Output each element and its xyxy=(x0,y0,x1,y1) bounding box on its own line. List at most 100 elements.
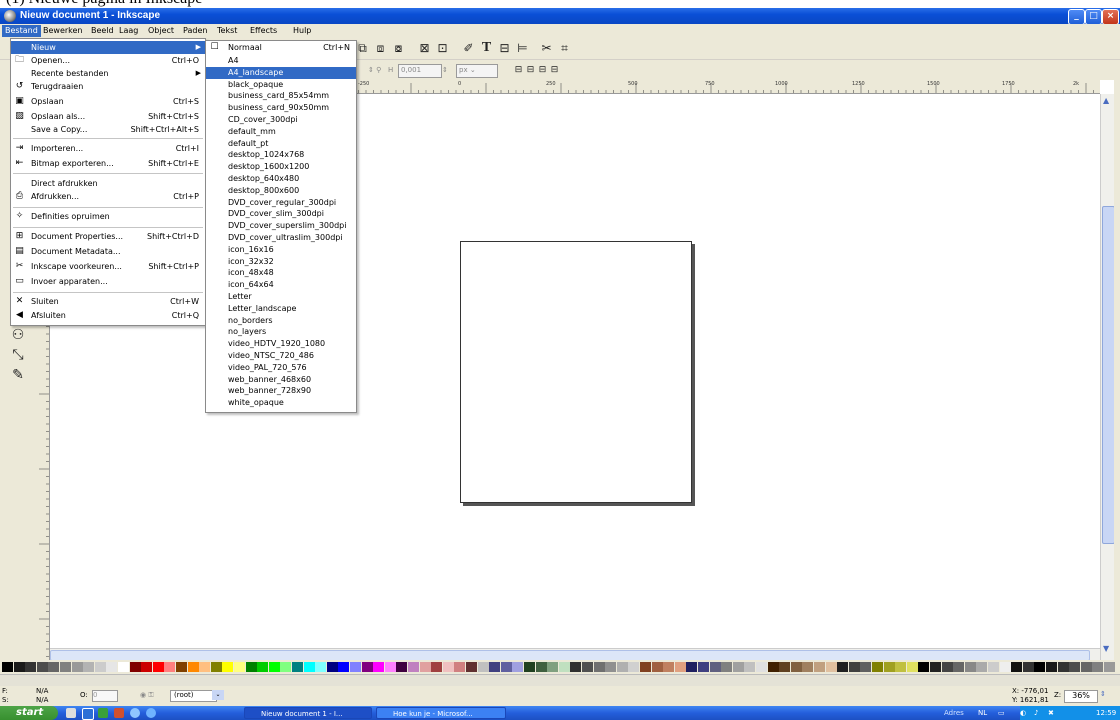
palette-swatch[interactable] xyxy=(953,662,965,672)
submenu-item-template[interactable]: business_card_90x50mm xyxy=(206,102,356,114)
menu-hulp[interactable]: Hulp xyxy=(290,25,314,37)
submenu-item-template[interactable]: video_NTSC_720_486 xyxy=(206,350,356,362)
palette-swatch[interactable] xyxy=(605,662,617,672)
palette-swatch[interactable] xyxy=(222,662,234,672)
group-icon[interactable]: ⧉ xyxy=(356,42,369,55)
language-indicator[interactable]: NL xyxy=(978,706,987,720)
palette-swatch[interactable] xyxy=(442,662,454,672)
unit-select[interactable]: px ⌄ xyxy=(456,64,498,78)
submenu-item-template[interactable]: Letter_landscape xyxy=(206,303,356,315)
palette-swatch[interactable] xyxy=(790,662,802,672)
keyboard-icon[interactable]: ▭ xyxy=(998,706,1005,720)
palette-swatch[interactable] xyxy=(535,662,547,672)
palette-swatch[interactable] xyxy=(779,662,791,672)
menu-item-inkscape-voorkeuren[interactable]: ✂ Inkscape voorkeuren... Shift+Ctrl+P xyxy=(11,260,205,273)
palette-swatch[interactable] xyxy=(164,662,176,672)
menu-item-nieuw[interactable]: Nieuw ▶ xyxy=(11,41,205,54)
submenu-item-template[interactable]: video_PAL_720_576 xyxy=(206,362,356,374)
palette-swatch[interactable] xyxy=(558,662,570,672)
submenu-item-template[interactable]: web_banner_728x90 xyxy=(206,385,356,397)
palette-swatch[interactable] xyxy=(686,662,698,672)
submenu-item-template[interactable]: A4_landscape xyxy=(206,66,356,79)
volume-icon[interactable]: ♪ xyxy=(1034,706,1038,720)
palette-swatch[interactable] xyxy=(663,662,675,672)
palette-swatch[interactable] xyxy=(303,662,315,672)
palette-swatch[interactable] xyxy=(918,662,930,672)
submenu-item-template[interactable]: black_opaque xyxy=(206,79,356,91)
menu-item-terugdraaien[interactable]: ↺ Terugdraaien xyxy=(11,80,205,93)
task-word[interactable]: Hoe kun je - Microsof... xyxy=(376,707,506,719)
visibility-icon[interactable]: ◉ ⚿ xyxy=(140,691,154,700)
palette-swatch[interactable] xyxy=(187,662,199,672)
palette-swatch[interactable] xyxy=(1069,662,1081,672)
opacity-input[interactable]: 0 xyxy=(92,690,118,702)
palette-swatch[interactable] xyxy=(930,662,941,672)
text-tool-icon[interactable]: T xyxy=(480,41,493,55)
palette-swatch[interactable] xyxy=(883,662,895,672)
menu-item-document-metadata[interactable]: ▤ Document Metadata... xyxy=(11,245,205,258)
palette-swatch[interactable] xyxy=(292,662,303,672)
zoom-spinner-icon[interactable]: ⇕ xyxy=(1100,690,1110,701)
palette-swatch[interactable] xyxy=(1057,662,1069,672)
palette-swatch[interactable] xyxy=(616,662,628,672)
menu-bestand[interactable]: Bestand xyxy=(2,25,41,37)
palette-swatch[interactable] xyxy=(825,662,837,672)
spray-tool-icon[interactable]: ⤡ xyxy=(9,346,27,364)
connector-tool-icon[interactable]: ⚇ xyxy=(9,326,27,344)
submenu-item-template[interactable]: DVD_cover_regular_300dpi xyxy=(206,197,356,209)
menu-beeld[interactable]: Beeld xyxy=(88,25,117,37)
palette-swatch[interactable] xyxy=(477,662,489,672)
submenu-item-template[interactable]: no_borders xyxy=(206,315,356,327)
palette-swatch[interactable] xyxy=(941,662,953,672)
menu-item-importeren[interactable]: ⇥ Importeren... Ctrl+I xyxy=(11,142,205,155)
submenu-item-template[interactable]: icon_48x48 xyxy=(206,267,356,279)
menu-item-afdrukken[interactable]: ⎙ Afdrukken... Ctrl+P xyxy=(11,190,205,203)
palette-swatch[interactable] xyxy=(1080,662,1092,672)
submenu-item-template[interactable]: desktop_1600x1200 xyxy=(206,161,356,173)
lock-icon[interactable]: ⇕ ⚲ xyxy=(368,64,381,76)
task-inkscape[interactable]: Nieuw document 1 - I... xyxy=(244,707,372,719)
palette-swatch[interactable] xyxy=(1011,662,1023,672)
palette-swatch[interactable] xyxy=(837,662,849,672)
xml-editor-icon[interactable]: ⊟ xyxy=(498,42,511,55)
submenu-item-template[interactable]: DVD_cover_slim_300dpi xyxy=(206,208,356,220)
palette-swatch[interactable] xyxy=(906,662,918,672)
move-patterns-icon[interactable]: ⊟ xyxy=(548,64,561,77)
palette-swatch[interactable] xyxy=(709,662,721,672)
palette-swatch[interactable] xyxy=(674,662,686,672)
palette-swatch[interactable] xyxy=(582,662,593,672)
menu-item-sluiten[interactable]: ✕ Sluiten Ctrl+W xyxy=(11,295,205,308)
submenu-item-template[interactable]: DVD_cover_ultraslim_300dpi xyxy=(206,232,356,244)
quicklaunch-media-icon[interactable] xyxy=(130,708,140,718)
maximize-button[interactable]: □ xyxy=(1085,9,1102,25)
menu-item-save-a-copy[interactable]: Save a Copy... Shift+Ctrl+Alt+S xyxy=(11,123,205,136)
palette-swatch[interactable] xyxy=(129,662,141,672)
menu-item-openen[interactable]: 🗀 Openen... Ctrl+O xyxy=(11,54,205,67)
palette-swatch[interactable] xyxy=(512,662,524,672)
menu-bewerken[interactable]: Bewerken xyxy=(40,25,86,37)
palette-swatch[interactable] xyxy=(350,662,361,672)
palette-swatch[interactable] xyxy=(976,662,988,672)
h-input[interactable]: 0,001 xyxy=(398,64,442,78)
close-window-button[interactable]: × xyxy=(1102,9,1119,25)
palette-swatch[interactable] xyxy=(257,662,269,672)
palette-swatch[interactable] xyxy=(199,662,211,672)
align-icon[interactable]: ⊠ xyxy=(418,42,431,55)
submenu-item-template[interactable]: desktop_1024x768 xyxy=(206,149,356,161)
menu-object[interactable]: Object xyxy=(145,25,177,37)
submenu-item-template[interactable]: default_pt xyxy=(206,138,356,150)
minimize-button[interactable]: _ xyxy=(1068,9,1085,25)
menu-effects[interactable]: Effects xyxy=(247,25,280,37)
quicklaunch-powerpoint-icon[interactable] xyxy=(114,708,124,718)
palette-swatch[interactable] xyxy=(721,662,733,672)
palette-swatch[interactable] xyxy=(36,662,48,672)
palette-swatch[interactable] xyxy=(848,662,860,672)
palette-swatch[interactable] xyxy=(698,662,709,672)
dropper-tool-icon[interactable]: ✎ xyxy=(9,366,27,384)
menu-item-opslaan[interactable]: ▣ Opslaan Ctrl+S xyxy=(11,95,205,108)
palette-swatch[interactable] xyxy=(802,662,814,672)
palette-swatch[interactable] xyxy=(396,662,408,672)
fill-stroke-icon[interactable]: ⧇ xyxy=(392,42,405,55)
submenu-item-template[interactable]: DVD_cover_superslim_300dpi xyxy=(206,220,356,232)
stroke-indicator[interactable]: N/A xyxy=(36,696,48,705)
